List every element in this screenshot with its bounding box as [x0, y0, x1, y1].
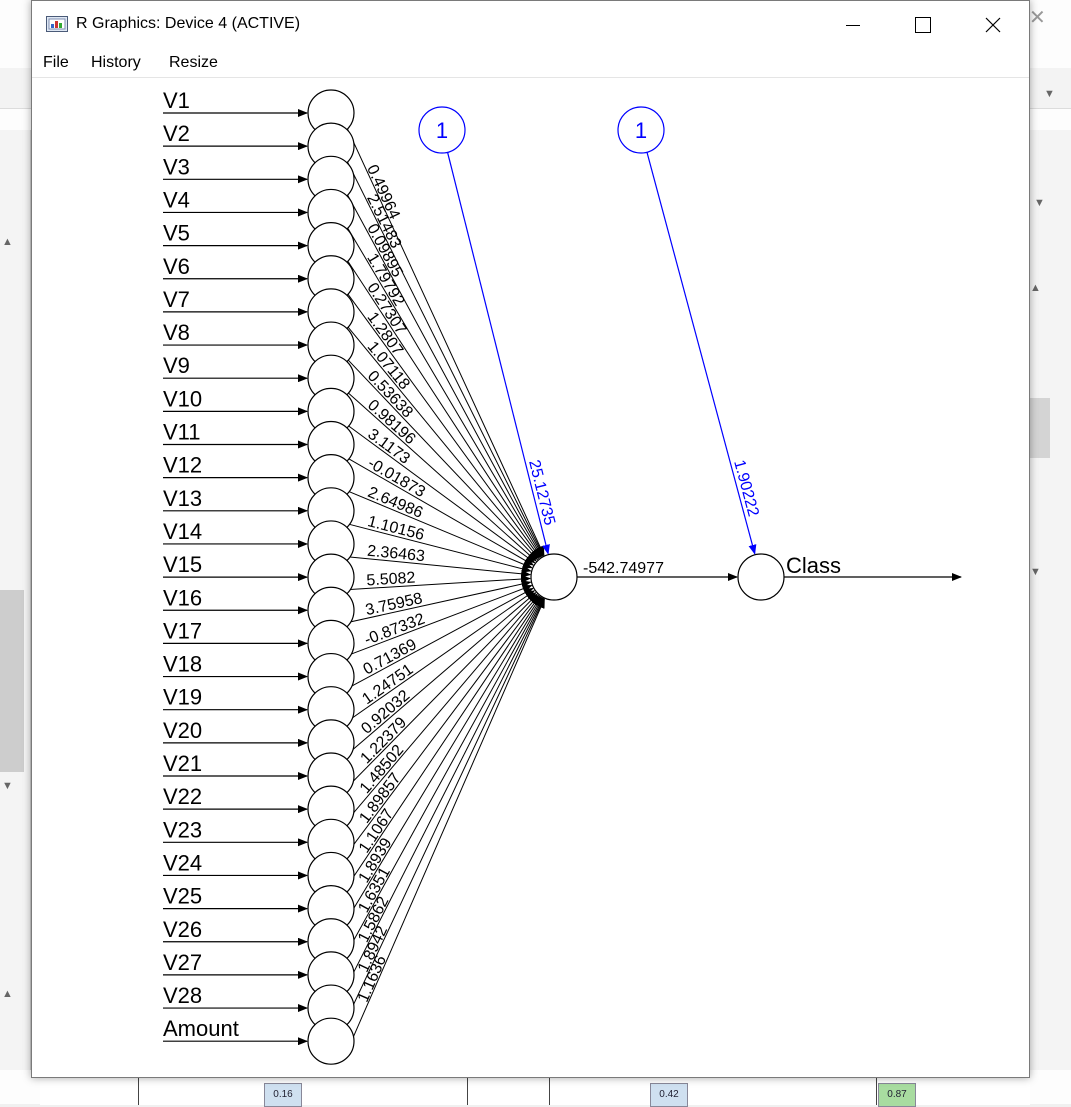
background-scroll-up-icon[interactable]: ▲: [1030, 282, 1041, 294]
input-label: V15: [163, 552, 202, 577]
input-label: V16: [163, 585, 202, 610]
input-label: V9: [163, 353, 190, 378]
input-label: V26: [163, 917, 202, 942]
menu-history[interactable]: History: [91, 54, 141, 72]
r-graphics-window: R Graphics: Device 4 (ACTIVE) File Histo…: [31, 0, 1030, 1078]
background-scroll-up-icon[interactable]: ▲: [2, 988, 13, 1000]
input-label: Amount: [163, 1016, 239, 1041]
menu-resize[interactable]: Resize: [169, 54, 218, 72]
input-label: V13: [163, 486, 202, 511]
input-label: V5: [163, 221, 190, 246]
input-label: V27: [163, 950, 202, 975]
background-scroll-thumb[interactable]: [0, 590, 24, 772]
input-label: V22: [163, 784, 202, 809]
background-scroll-up-icon[interactable]: ▲: [2, 236, 13, 248]
background-value-chip: 0.16: [264, 1083, 302, 1107]
weight-label: 5.5082: [366, 569, 416, 589]
maximize-icon: [915, 17, 931, 33]
background-close-icon[interactable]: ✕: [1029, 5, 1046, 30]
hidden-node: [530, 553, 578, 601]
input-label: V17: [163, 618, 202, 643]
neural-network-plot: V1 V2 V3 V4 V5 V6 V7 V8 V9 V10 V11 V12 V13 V14 V15 V16 V…: [163, 88, 962, 1065]
background-value-chip: 0.42: [650, 1083, 688, 1107]
input-label: V20: [163, 718, 202, 743]
close-icon: [985, 17, 1001, 33]
background-scroll-down-icon[interactable]: ▼: [2, 780, 13, 792]
window-title: R Graphics: Device 4 (ACTIVE): [76, 15, 301, 32]
title-bar[interactable]: R Graphics: Device 4 (ACTIVE): [32, 1, 1029, 49]
input-label: V18: [163, 652, 202, 677]
input-label: V10: [163, 386, 202, 411]
background-right-scroll-thumb[interactable]: [1028, 398, 1050, 458]
background-dropdown-icon[interactable]: ▼: [1044, 88, 1055, 100]
input-label: V4: [163, 187, 190, 212]
input-label: V2: [163, 121, 190, 146]
output-label: Class: [786, 553, 841, 578]
background-value-chip: 0.87: [878, 1083, 916, 1107]
bias-node-label: 1: [436, 118, 448, 143]
background-scroll-down-icon[interactable]: ▼: [1030, 566, 1041, 578]
r-graphics-app-icon: [46, 16, 68, 32]
input-node: [307, 1017, 355, 1065]
input-label: V28: [163, 983, 202, 1008]
input-label: V1: [163, 88, 190, 113]
input-label: V3: [163, 154, 190, 179]
minimize-button[interactable]: [818, 1, 888, 49]
menu-file[interactable]: File: [43, 54, 69, 72]
bias-node-label: 1: [635, 118, 647, 143]
minimize-icon: [846, 25, 860, 26]
input-label: V7: [163, 287, 190, 312]
input-label: V24: [163, 850, 202, 875]
menu-bar: File History Resize: [32, 49, 1029, 78]
input-label: V21: [163, 751, 202, 776]
input-label: V25: [163, 884, 202, 909]
background-dropdown-icon[interactable]: ▼: [1034, 197, 1045, 209]
maximize-button[interactable]: [888, 1, 958, 49]
input-label: V23: [163, 817, 202, 842]
close-button[interactable]: [958, 1, 1028, 49]
background-right-panel: [1028, 130, 1071, 1070]
bias-weight-label: 1.90222: [730, 458, 761, 518]
input-label: V14: [163, 519, 202, 544]
input-label: V6: [163, 254, 190, 279]
weight-label: 2.36463: [366, 543, 425, 566]
output-node: [737, 553, 785, 601]
input-label: V19: [163, 685, 202, 710]
background-table: 0.16 0.42 0.87: [40, 1076, 1030, 1107]
bias-weight-label: 25.12735: [525, 458, 558, 527]
hidden-output-weight-label: -542.74977: [583, 560, 664, 577]
input-label: V8: [163, 320, 190, 345]
input-label: V11: [163, 420, 201, 445]
input-label: V12: [163, 453, 202, 478]
